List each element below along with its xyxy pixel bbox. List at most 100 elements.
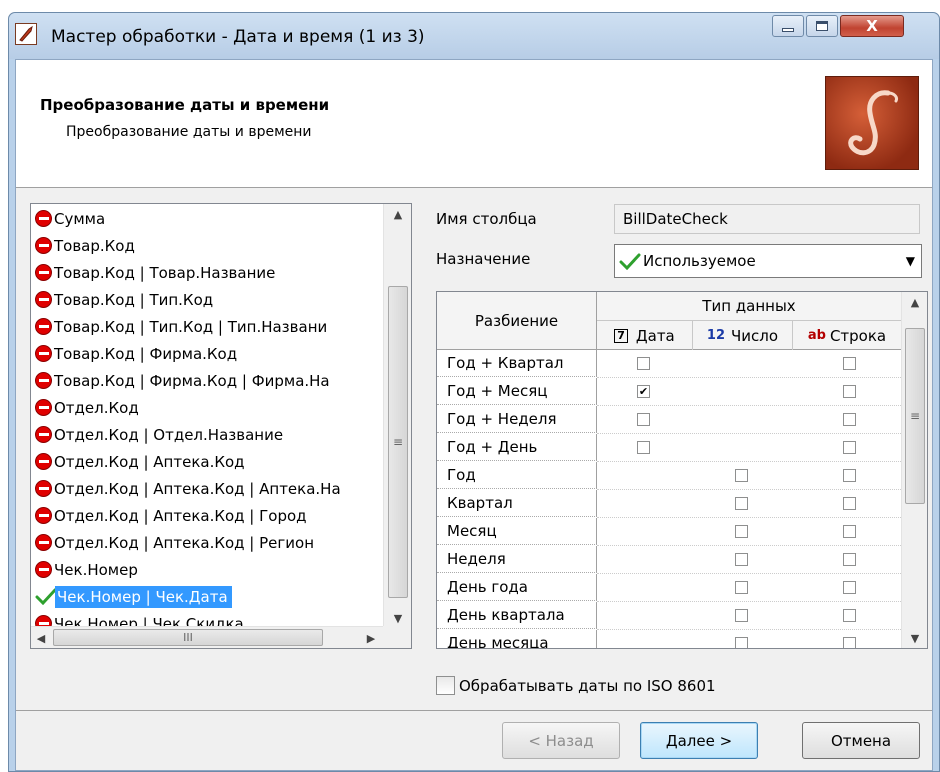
purpose-value: Используемое [643,252,756,270]
app-icon [15,23,37,45]
stop-icon [35,291,52,308]
list-horizontal-scrollbar[interactable]: ◀ III ▶ [31,626,383,648]
list-item-label: Чек.Номер | Чек.Дата [55,585,232,608]
stop-icon [35,399,52,416]
scroll-right-arrow-icon[interactable]: ▶ [361,628,381,648]
grid-checkbox-number[interactable] [735,609,748,622]
list-item[interactable]: Отдел.Код | Аптека.Код [31,448,383,475]
maximize-button[interactable] [806,15,838,37]
grid-scroll-up-icon[interactable]: ▲ [902,292,927,312]
wizard-window: Мастер обработки - Дата и время (1 из 3)… [8,12,940,772]
grid-checkbox-number[interactable] [735,469,748,482]
stop-icon [35,480,52,497]
list-item[interactable]: Отдел.Код | Аптека.Код | Аптека.На [31,475,383,502]
grid-scroll-thumb[interactable]: ≡ [905,328,925,504]
column-name-field: BillDateCheck [614,204,920,234]
scrollbar-corner [383,626,411,648]
title-bar[interactable]: Мастер обработки - Дата и время (1 из 3)… [9,13,939,59]
list-item[interactable]: Товар.Код | Фирма.Код [31,340,383,367]
list-vertical-scrollbar[interactable]: ▲ ≡ ▼ [383,204,411,628]
stop-icon [35,345,52,362]
number-icon: 12 [706,328,726,343]
list-item-label: Отдел.Код | Аптека.Код | Регион [54,533,315,552]
scroll-up-arrow-icon[interactable]: ▲ [384,204,412,224]
check-icon [619,253,641,270]
stop-icon [35,372,52,389]
list-item[interactable]: Товар.Код | Товар.Название [31,259,383,286]
iso-checkbox[interactable] [436,676,455,695]
column-label-string: Строка [829,326,887,345]
list-scroll-thumb[interactable]: ≡ [388,286,408,598]
grid-checkbox-date[interactable] [637,413,650,426]
window-title: Мастер обработки - Дата и время (1 из 3) [51,27,425,47]
grid-vertical-scrollbar[interactable]: ▲ ≡ ▼ [901,292,927,648]
grid-checkbox-string[interactable] [843,385,856,398]
grid-checkbox-string[interactable] [843,469,856,482]
stop-icon [35,210,52,227]
list-item[interactable]: Чек.Номер [31,556,383,583]
column-list[interactable]: Сумма Товар.Код Товар.Код | Товар.Название… [30,203,412,649]
list-item-label: Товар.Код | Тип.Код [54,290,214,309]
purpose-dropdown[interactable]: Используемое ▼ [614,244,922,278]
list-item[interactable]: Товар.Код [31,232,383,259]
grid-checkbox-string[interactable] [843,441,856,454]
minimize-button[interactable] [772,15,804,37]
grid-checkbox-string[interactable] [843,525,856,538]
list-item[interactable]: Товар.Код | Тип.Код [31,286,383,313]
stop-icon [35,534,52,551]
column-header-string: ab Строка [793,321,901,350]
next-button[interactable]: Далее > [640,722,758,759]
column-header-date: 7 Дата [597,321,693,350]
list-item[interactable]: Отдел.Код [31,394,383,421]
list-item[interactable]: Сумма [31,205,383,232]
grid-checkbox-string[interactable] [843,637,856,648]
list-item-label: Отдел.Код | Аптека.Код | Город [54,506,307,525]
list-item-label: Отдел.Код | Аптека.Код | Аптека.На [54,479,341,498]
grid-row-divider [597,517,901,518]
grid-checkbox-number[interactable] [735,497,748,510]
grid-row-divider [597,601,901,602]
grid-scroll-down-icon[interactable]: ▼ [902,628,927,648]
list-item-label: Товар.Код | Тип.Код | Тип.Названи [54,317,328,336]
scroll-down-arrow-icon[interactable]: ▼ [384,608,412,628]
grid-checkbox-number[interactable] [735,581,748,594]
row-header: Разбиение [437,292,597,350]
app-logo [825,76,919,170]
grid-checkbox-number[interactable] [735,525,748,538]
button-bar: < Назад Далее > Отмена [16,710,932,770]
grid-checkbox-date[interactable]: ✔ [637,385,650,398]
grid-checkbox-date[interactable] [637,357,650,370]
grid-checkbox-string[interactable] [843,413,856,426]
back-button[interactable]: < Назад [502,722,620,759]
grid-checkbox-string[interactable] [843,609,856,622]
list-item[interactable]: Отдел.Код | Аптека.Код | Регион [31,529,383,556]
grid-checkbox-string[interactable] [843,581,856,594]
list-item[interactable]: Товар.Код | Фирма.Код | Фирма.На [31,367,383,394]
list-hscroll-thumb[interactable]: III [53,629,323,646]
scroll-left-arrow-icon[interactable]: ◀ [31,628,51,648]
list-item[interactable]: Отдел.Код | Отдел.Название [31,421,383,448]
grid-checkbox-string[interactable] [843,357,856,370]
list-item-label: Отдел.Код [54,398,139,417]
grid-checkbox-date[interactable] [637,441,650,454]
step-subtitle: Преобразование даты и времени [66,124,312,140]
close-button[interactable]: X [840,15,904,37]
grid-row-divider [597,405,901,406]
grid-checkbox-string[interactable] [843,497,856,510]
grid-checkbox-number[interactable] [735,553,748,566]
stop-icon [35,264,52,281]
stop-icon [35,453,52,470]
grid-checkbox-string[interactable] [843,553,856,566]
chevron-down-icon[interactable]: ▼ [906,254,915,268]
column-label-date: Дата [635,326,675,345]
grid-checkbox-number[interactable] [735,637,748,648]
grid-row-divider [597,433,901,434]
list-item[interactable]: Товар.Код | Тип.Код | Тип.Названи [31,313,383,340]
list-item[interactable]: Чек.Номер | Чек.Дата [31,583,383,610]
data-type-group-header: Тип данных [597,292,901,321]
string-icon: ab [807,328,826,343]
grid-row-divider [597,461,901,462]
cancel-button[interactable]: Отмена [802,722,920,759]
iso-checkbox-row[interactable]: Обрабатывать даты по ISO 8601 [436,676,716,695]
list-item[interactable]: Отдел.Код | Аптека.Код | Город [31,502,383,529]
